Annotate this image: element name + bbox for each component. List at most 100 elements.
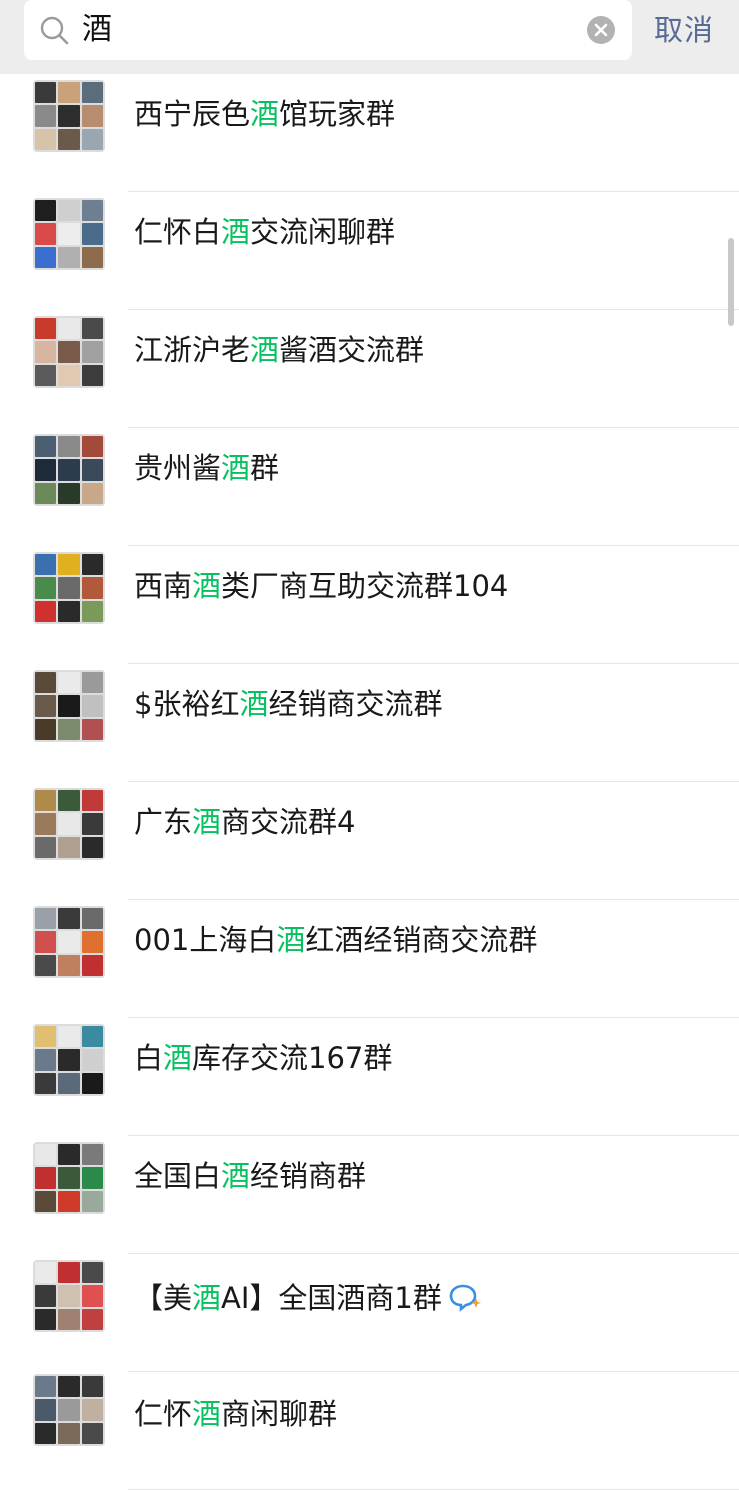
keyword-highlight: 酒	[221, 1159, 251, 1193]
cancel-button[interactable]: 取消	[654, 6, 714, 54]
member-avatar-tile	[35, 554, 57, 576]
search-bar: 酒 取消	[0, 0, 739, 74]
member-avatar-tile	[58, 577, 80, 599]
member-avatar-tile	[35, 482, 57, 504]
group-name-suffix: 馆玩家群	[279, 97, 396, 131]
member-avatar-tile	[81, 554, 103, 576]
group-avatar	[33, 670, 105, 742]
keyword-highlight: 酒	[192, 1397, 222, 1431]
group-name: 全国白酒经销商群	[134, 1154, 366, 1198]
search-result-item[interactable]: $张裕红酒经销商交流群	[0, 664, 739, 782]
member-avatar-tile	[58, 1422, 80, 1444]
member-avatar-tile	[58, 931, 80, 953]
member-avatar-tile	[58, 695, 80, 717]
search-result-item[interactable]: 贵州酱酒群	[0, 428, 739, 546]
member-avatar-tile	[58, 1049, 80, 1071]
group-name-prefix: 全国白	[134, 1159, 222, 1193]
keyword-highlight: 酒	[239, 687, 269, 721]
search-result-item[interactable]: 广东酒商交流群4	[0, 782, 739, 900]
ai-chat-icon	[449, 1284, 481, 1312]
search-icon	[40, 16, 69, 45]
member-avatar-tile	[35, 1072, 57, 1094]
member-avatar-tile	[81, 672, 103, 694]
member-avatar-tile	[35, 341, 57, 363]
member-avatar-tile	[81, 1026, 103, 1048]
member-avatar-tile	[81, 954, 103, 976]
group-avatar	[33, 316, 105, 388]
member-avatar-tile	[81, 1399, 103, 1421]
member-avatar-tile	[58, 813, 80, 835]
group-name-prefix: 西南	[134, 569, 193, 603]
member-avatar-tile	[81, 1167, 103, 1189]
search-result-item[interactable]: 【美酒AI】全国酒商1群	[0, 1254, 739, 1372]
member-avatar-tile	[35, 1399, 57, 1421]
member-avatar-tile	[58, 1144, 80, 1166]
member-avatar-tile	[81, 364, 103, 386]
search-result-item[interactable]: 白酒库存交流167群	[0, 1018, 739, 1136]
search-result-item[interactable]: 西宁辰色酒馆玩家群	[0, 74, 739, 192]
group-name-suffix: 商交流群4	[221, 805, 356, 839]
group-name-suffix: 商闲聊群	[221, 1397, 338, 1431]
group-name-prefix: 广东	[134, 805, 193, 839]
member-avatar-tile	[58, 128, 80, 150]
member-avatar-tile	[81, 1072, 103, 1094]
search-result-item[interactable]: 仁怀白酒交流闲聊群	[0, 192, 739, 310]
member-avatar-tile	[35, 908, 57, 930]
group-name: 仁怀酒商闲聊群	[134, 1392, 337, 1436]
member-avatar-tile	[58, 364, 80, 386]
group-name: 西宁辰色酒馆玩家群	[134, 92, 395, 136]
member-avatar-tile	[81, 577, 103, 599]
member-avatar-tile	[58, 554, 80, 576]
member-avatar-tile	[81, 695, 103, 717]
group-name: 广东酒商交流群4	[134, 800, 355, 844]
group-name-prefix: 白	[134, 1041, 164, 1075]
search-result-item[interactable]: 001上海白酒红酒经销商交流群	[0, 900, 739, 1018]
member-avatar-tile	[81, 718, 103, 740]
member-avatar-tile	[58, 436, 80, 458]
member-avatar-tile	[81, 1285, 103, 1307]
member-avatar-tile	[58, 105, 80, 127]
member-avatar-tile	[35, 1376, 57, 1398]
keyword-highlight: 酒	[192, 569, 222, 603]
search-result-item[interactable]: 江浙沪老酒酱酒交流群	[0, 310, 739, 428]
group-name: 仁怀白酒交流闲聊群	[134, 210, 395, 254]
member-avatar-tile	[81, 1049, 103, 1071]
search-result-item[interactable]: 西南酒类厂商互助交流群104	[0, 546, 739, 664]
group-avatar	[33, 1260, 105, 1332]
member-avatar-tile	[35, 931, 57, 953]
search-query[interactable]: 酒	[82, 6, 112, 54]
group-name-suffix: 红酒经销商交流群	[305, 923, 538, 957]
member-avatar-tile	[35, 813, 57, 835]
member-avatar-tile	[81, 1190, 103, 1212]
group-name: 001上海白酒红酒经销商交流群	[134, 918, 537, 962]
clear-icon[interactable]	[586, 15, 616, 45]
member-avatar-tile	[35, 577, 57, 599]
member-avatar-tile	[58, 1308, 80, 1330]
member-avatar-tile	[58, 1262, 80, 1284]
scrollbar[interactable]	[728, 238, 734, 326]
member-avatar-tile	[35, 128, 57, 150]
member-avatar-tile	[58, 341, 80, 363]
keyword-highlight: 酒	[192, 805, 222, 839]
member-avatar-tile	[58, 1376, 80, 1398]
member-avatar-tile	[58, 672, 80, 694]
search-result-item[interactable]: 全国白酒经销商群	[0, 1136, 739, 1254]
member-avatar-tile	[35, 1167, 57, 1189]
group-name: 西南酒类厂商互助交流群104	[134, 564, 508, 608]
group-name-prefix: 仁怀白	[134, 215, 222, 249]
group-avatar	[33, 80, 105, 152]
member-avatar-tile	[35, 1422, 57, 1444]
member-avatar-tile	[35, 105, 57, 127]
member-avatar-tile	[35, 223, 57, 245]
member-avatar-tile	[58, 908, 80, 930]
search-input[interactable]: 酒	[24, 0, 632, 60]
member-avatar-tile	[35, 364, 57, 386]
group-name-prefix: 【美	[134, 1281, 193, 1315]
member-avatar-tile	[81, 223, 103, 245]
search-result-item[interactable]: 仁怀酒商闲聊群	[0, 1372, 739, 1490]
member-avatar-tile	[81, 82, 103, 104]
member-avatar-tile	[58, 223, 80, 245]
group-name-suffix: 类厂商互助交流群104	[221, 569, 509, 603]
member-avatar-tile	[35, 1144, 57, 1166]
group-name-suffix: 群	[250, 451, 280, 485]
